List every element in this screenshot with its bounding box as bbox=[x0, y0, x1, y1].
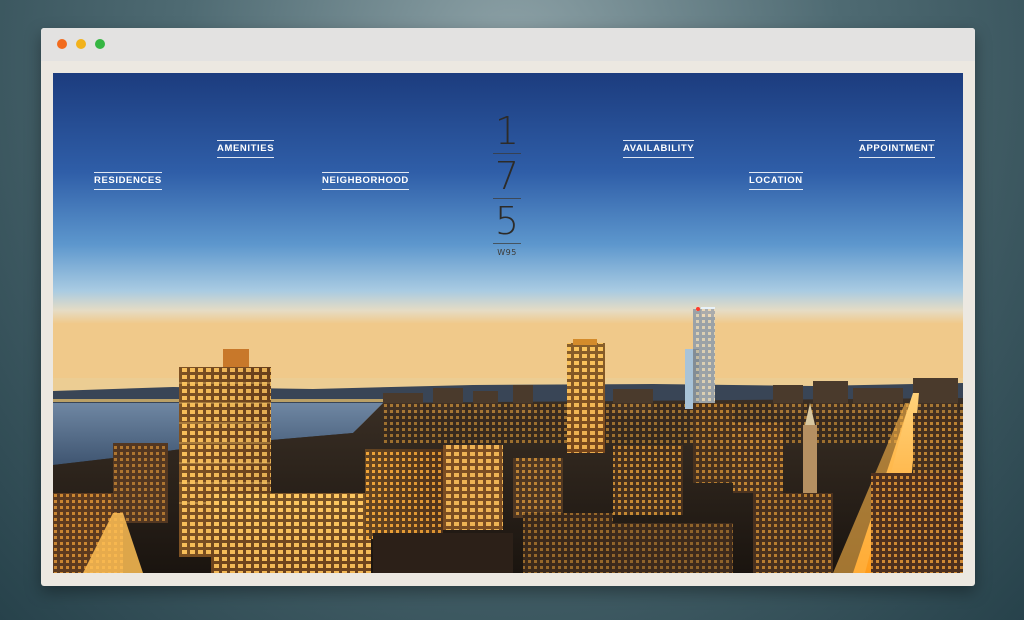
logo-divider bbox=[493, 243, 521, 244]
hero-viewport: RESIDENCES AMENITIES NEIGHBORHOOD AVAILA… bbox=[53, 73, 963, 573]
close-window-button[interactable] bbox=[57, 39, 67, 49]
logo-subtitle: W95 bbox=[497, 248, 517, 257]
logo-digit-1: 1 bbox=[494, 109, 520, 153]
nav-neighborhood[interactable]: NEIGHBORHOOD bbox=[322, 172, 409, 190]
nav-appointment[interactable]: APPOINTMENT bbox=[859, 140, 935, 158]
browser-window: RESIDENCES AMENITIES NEIGHBORHOOD AVAILA… bbox=[41, 28, 975, 586]
nav-availability[interactable]: AVAILABILITY bbox=[623, 140, 695, 158]
logo-digit-5: 5 bbox=[494, 199, 520, 243]
nav-location[interactable]: LOCATION bbox=[749, 172, 803, 190]
site-logo[interactable]: 1 7 5 W95 bbox=[491, 111, 523, 257]
nav-amenities[interactable]: AMENITIES bbox=[217, 140, 275, 158]
nav-residences[interactable]: RESIDENCES bbox=[94, 172, 162, 190]
minimize-window-button[interactable] bbox=[76, 39, 86, 49]
maximize-window-button[interactable] bbox=[95, 39, 105, 49]
title-bar bbox=[41, 28, 975, 61]
logo-digit-7: 7 bbox=[494, 154, 520, 198]
